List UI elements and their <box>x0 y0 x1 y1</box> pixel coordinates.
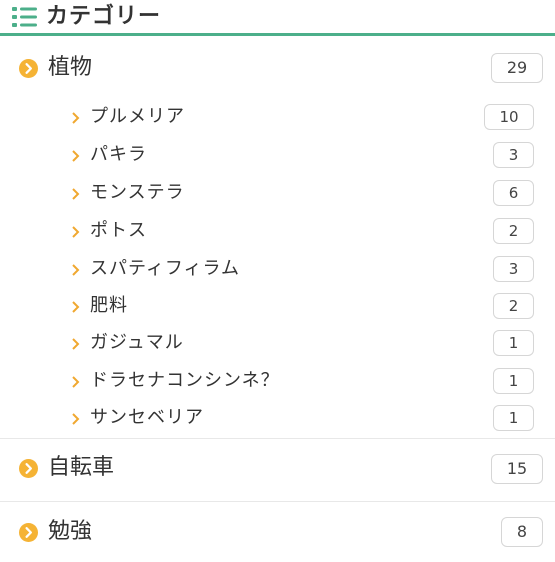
chevron-right-icon <box>72 264 80 276</box>
subcategory-label: プルメリア <box>90 106 185 127</box>
count-badge: 1 <box>493 330 534 356</box>
count-badge: 8 <box>501 517 543 547</box>
list-icon <box>12 7 37 27</box>
count-badge: 1 <box>493 368 534 394</box>
category-widget: カテゴリー 植物 29 プルメリア 10 パキラ 3 モンステラ 6 ポトス 2… <box>0 0 555 561</box>
count-badge: 15 <box>491 454 543 484</box>
category-item-bicycle[interactable]: 自転車 15 <box>0 439 555 499</box>
chevron-right-icon <box>72 150 80 162</box>
subcategory-item[interactable]: スパティフィラム 3 <box>0 250 555 288</box>
subcategory-label: モンステラ <box>90 182 185 203</box>
category-label: 勉強 <box>48 519 93 544</box>
subcategory-label: 肥料 <box>90 295 128 316</box>
chevron-right-icon <box>72 301 80 313</box>
subcategory-item[interactable]: モンステラ 6 <box>0 174 555 212</box>
count-badge: 10 <box>484 104 534 130</box>
subcategory-label: サンセベリア <box>90 407 204 428</box>
count-badge: 2 <box>493 218 534 244</box>
chevron-right-icon <box>72 188 80 200</box>
count-badge: 6 <box>493 180 534 206</box>
subcategory-item[interactable]: ポトス 2 <box>0 212 555 250</box>
category-item-study[interactable]: 勉強 8 <box>0 502 555 562</box>
circle-chevron-icon <box>19 59 38 78</box>
category-item-plants[interactable]: 植物 29 <box>0 38 555 98</box>
category-label: 自転車 <box>48 455 115 480</box>
count-badge: 3 <box>493 256 534 282</box>
chevron-right-icon <box>72 413 80 425</box>
count-badge: 2 <box>493 293 534 319</box>
circle-chevron-icon <box>19 523 38 542</box>
subcategory-item[interactable]: プルメリア 10 <box>0 98 555 136</box>
circle-chevron-icon <box>19 459 38 478</box>
subcategory-item[interactable]: ガジュマル 1 <box>0 324 555 362</box>
widget-header: カテゴリー <box>0 0 555 36</box>
chevron-right-icon <box>72 338 80 350</box>
count-badge: 3 <box>493 142 534 168</box>
subcategory-label: ガジュマル <box>90 332 184 353</box>
count-badge: 29 <box>491 53 543 83</box>
subcategory-label: ドラセナコンシンネ？ <box>90 370 280 391</box>
chevron-right-icon <box>72 112 80 124</box>
subcategory-item[interactable]: ドラセナコンシンネ？ 1 <box>0 362 555 400</box>
subcategory-item[interactable]: サンセベリア 1 <box>0 399 555 437</box>
chevron-right-icon <box>72 226 80 238</box>
subcategory-item[interactable]: パキラ 3 <box>0 136 555 174</box>
subcategory-item[interactable]: 肥料 2 <box>0 287 555 325</box>
chevron-right-icon <box>72 376 80 388</box>
subcategory-label: パキラ <box>90 144 147 165</box>
subcategory-label: スパティフィラム <box>90 258 241 279</box>
widget-title: カテゴリー <box>46 4 162 29</box>
subcategory-label: ポトス <box>90 220 147 241</box>
category-label: 植物 <box>48 55 93 80</box>
count-badge: 1 <box>493 405 534 431</box>
